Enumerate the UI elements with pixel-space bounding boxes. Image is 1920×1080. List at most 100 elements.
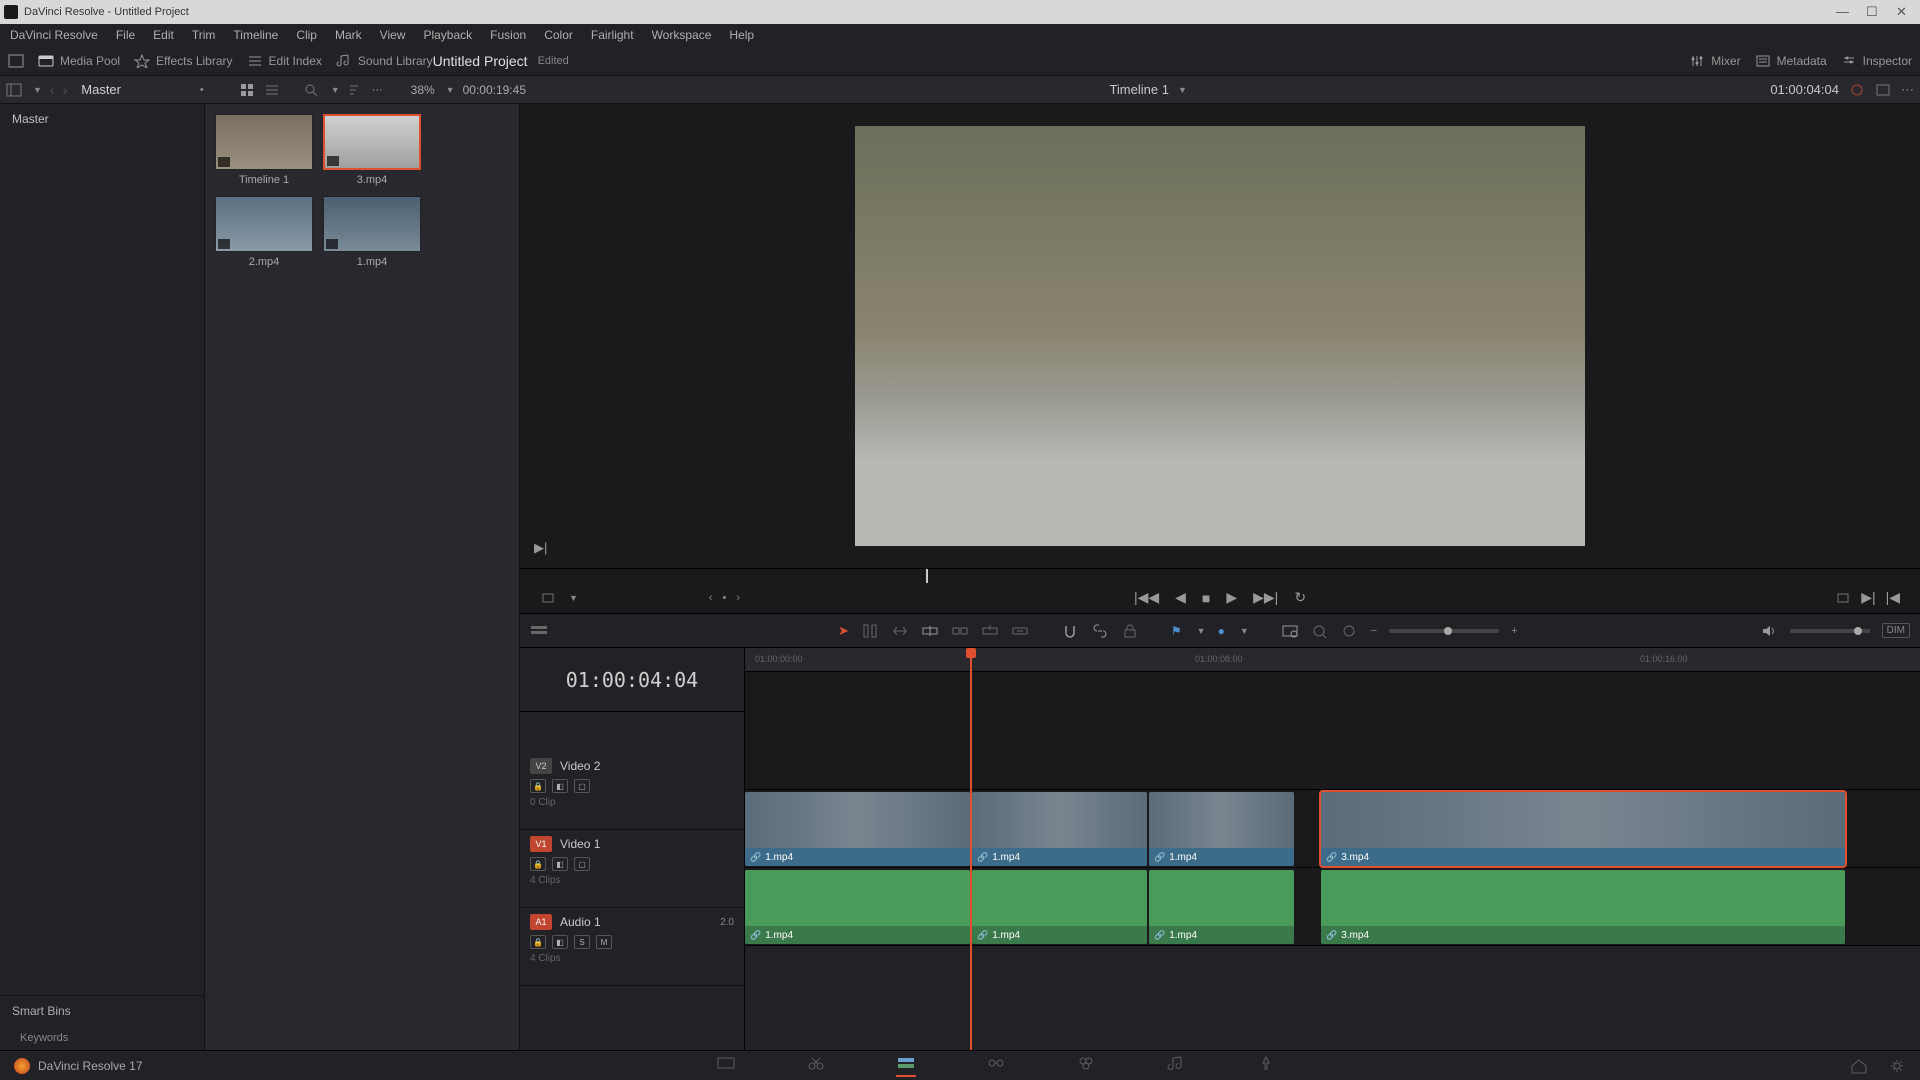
track-header-v1[interactable]: V1 Video 1 🔒 ◧ ▢ 4 Clips (520, 830, 744, 908)
auto-select-v2-icon[interactable]: ◧ (552, 779, 568, 793)
menu-color[interactable]: Color (536, 25, 581, 45)
first-frame-button[interactable]: |◀◀ (1134, 589, 1159, 606)
flag-opts-icon[interactable]: ▼ (1197, 626, 1206, 636)
replace-clip-icon[interactable] (1011, 623, 1029, 639)
track-lanes[interactable]: 01:00:00:0001:00:08:0001:00:16:00 🔗1.mp4… (745, 648, 1920, 1050)
edit-index-button[interactable]: Edit Index (247, 54, 322, 68)
nav-fwd-icon[interactable]: › (63, 82, 68, 98)
sound-library-button[interactable]: Sound Library (336, 54, 433, 68)
viewer-canvas[interactable] (855, 126, 1585, 546)
disable-track-v2-icon[interactable]: ▢ (574, 779, 590, 793)
nav-back-icon[interactable]: ‹ (50, 82, 55, 98)
video-track-1[interactable]: 🔗1.mp4🔗1.mp4🔗1.mp4🔗3.mp4 (745, 790, 1920, 868)
goto-out-icon[interactable]: |◀ (1886, 589, 1900, 606)
audio-clip[interactable]: 🔗1.mp4 (1149, 870, 1294, 944)
trim-tool-icon[interactable] (861, 623, 879, 639)
stop-button[interactable]: ■ (1202, 590, 1210, 606)
menu-view[interactable]: View (372, 25, 414, 45)
lock-track-a1-icon[interactable]: 🔒 (530, 935, 546, 949)
menu-fairlight[interactable]: Fairlight (583, 25, 642, 45)
custom-zoom-icon[interactable] (1341, 623, 1359, 639)
match-frame-prev-icon[interactable]: ‹ (709, 592, 713, 604)
deliver-page-button[interactable] (1256, 1055, 1276, 1077)
home-button[interactable] (1850, 1058, 1868, 1074)
transform-icon[interactable] (540, 591, 556, 605)
media-clip[interactable]: Timeline 1 (215, 114, 313, 186)
dynamic-trim-icon[interactable] (891, 623, 909, 639)
track-tag-a1[interactable]: A1 (530, 914, 552, 930)
search-icon[interactable] (304, 83, 320, 97)
metadata-button[interactable]: Metadata (1755, 54, 1827, 68)
menu-trim[interactable]: Trim (184, 25, 224, 45)
lock-track-v2-icon[interactable]: 🔒 (530, 779, 546, 793)
volume-slider[interactable] (1790, 629, 1870, 633)
fairlight-page-button[interactable] (1166, 1055, 1186, 1077)
menu-davinci-resolve[interactable]: DaVinci Resolve (2, 25, 106, 45)
loop-button[interactable]: ↻ (1294, 589, 1306, 606)
zoom-out-icon[interactable]: − (1371, 625, 1377, 637)
media-clip[interactable]: 3.mp4 (323, 114, 421, 186)
viewer-zoom[interactable]: 38% (411, 83, 435, 97)
solo-a1-button[interactable]: S (574, 935, 590, 949)
master-bin[interactable]: Master (0, 104, 204, 134)
track-header-v2[interactable]: V2 Video 2 🔒 ◧ ▢ 0 Clip (520, 752, 744, 830)
keywords-bin[interactable]: Keywords (0, 1026, 204, 1050)
sort-icon[interactable] (348, 83, 364, 97)
video-clip[interactable]: 🔗1.mp4 (1149, 792, 1294, 866)
edit-page-button[interactable] (896, 1055, 916, 1077)
color-page-button[interactable] (1076, 1055, 1096, 1077)
menu-timeline[interactable]: Timeline (225, 25, 286, 45)
menu-help[interactable]: Help (721, 25, 762, 45)
menu-workspace[interactable]: Workspace (644, 25, 720, 45)
track-header-a1[interactable]: A1 Audio 1 2.0 🔒 ◧ S M 4 Clips (520, 908, 744, 986)
fusion-page-button[interactable] (986, 1055, 1006, 1077)
transform-opts-icon[interactable]: ▼ (569, 593, 578, 603)
video-clip[interactable]: 🔗1.mp4 (972, 792, 1147, 866)
chevron-down-icon[interactable]: ▼ (33, 85, 42, 95)
position-lock-icon[interactable] (1121, 623, 1139, 639)
timeline-view-opts-icon[interactable] (530, 623, 548, 639)
inspector-button[interactable]: Inspector (1841, 54, 1912, 68)
viewer-more-icon[interactable]: ⋯ (1901, 82, 1914, 98)
single-view-icon[interactable] (1875, 83, 1891, 97)
flag-icon[interactable]: ⚑ (1171, 624, 1182, 638)
bypass-icon[interactable] (1849, 83, 1865, 97)
grid-view-icon[interactable] (240, 83, 256, 97)
playhead[interactable] (970, 648, 972, 1050)
zoom-range-icon[interactable] (1281, 623, 1299, 639)
media-pool-button[interactable]: Media Pool (38, 54, 120, 68)
timeline-name[interactable]: Timeline 1 (1109, 82, 1168, 97)
menu-file[interactable]: File (108, 25, 143, 45)
menu-mark[interactable]: Mark (327, 25, 370, 45)
marker-icon[interactable]: ● (1218, 624, 1225, 638)
dim-button[interactable]: DIM (1882, 623, 1910, 638)
smart-bins-header[interactable]: Smart Bins (0, 995, 204, 1026)
track-tag-v2[interactable]: V2 (530, 758, 552, 774)
mark-in-icon[interactable] (1835, 591, 1851, 605)
menu-fusion[interactable]: Fusion (482, 25, 534, 45)
zoom-slider[interactable] (1389, 629, 1499, 633)
media-page-button[interactable] (716, 1055, 736, 1077)
match-frame-next-icon[interactable]: › (736, 592, 740, 604)
timeline-select-icon[interactable]: ▼ (1178, 85, 1187, 95)
snap-icon[interactable] (1061, 623, 1079, 639)
blade-tool-icon[interactable] (921, 623, 939, 639)
menu-edit[interactable]: Edit (145, 25, 182, 45)
link-icon[interactable] (1091, 623, 1109, 639)
audio-clip[interactable]: 🔗3.mp4 (1321, 870, 1845, 944)
lock-track-v1-icon[interactable]: 🔒 (530, 857, 546, 871)
audio-clip[interactable]: 🔗1.mp4 (745, 870, 970, 944)
viewer-scrubber[interactable] (520, 568, 1920, 582)
goto-in-icon[interactable]: ▶| (1861, 589, 1875, 606)
prev-frame-button[interactable]: ◀ (1175, 589, 1186, 606)
scrubber-playhead[interactable] (926, 569, 928, 583)
media-clip[interactable]: 2.mp4 (215, 196, 313, 268)
menu-clip[interactable]: Clip (288, 25, 325, 45)
timeline-timecode[interactable]: 01:00:04:04 (520, 648, 744, 712)
menu-playback[interactable]: Playback (415, 25, 480, 45)
mixer-button[interactable]: Mixer (1689, 54, 1740, 68)
effects-library-button[interactable]: Effects Library (134, 54, 232, 68)
play-marker-icon[interactable]: ▶| (534, 540, 547, 556)
auto-select-v1-icon[interactable]: ◧ (552, 857, 568, 871)
minimize-button[interactable]: — (1836, 6, 1848, 18)
